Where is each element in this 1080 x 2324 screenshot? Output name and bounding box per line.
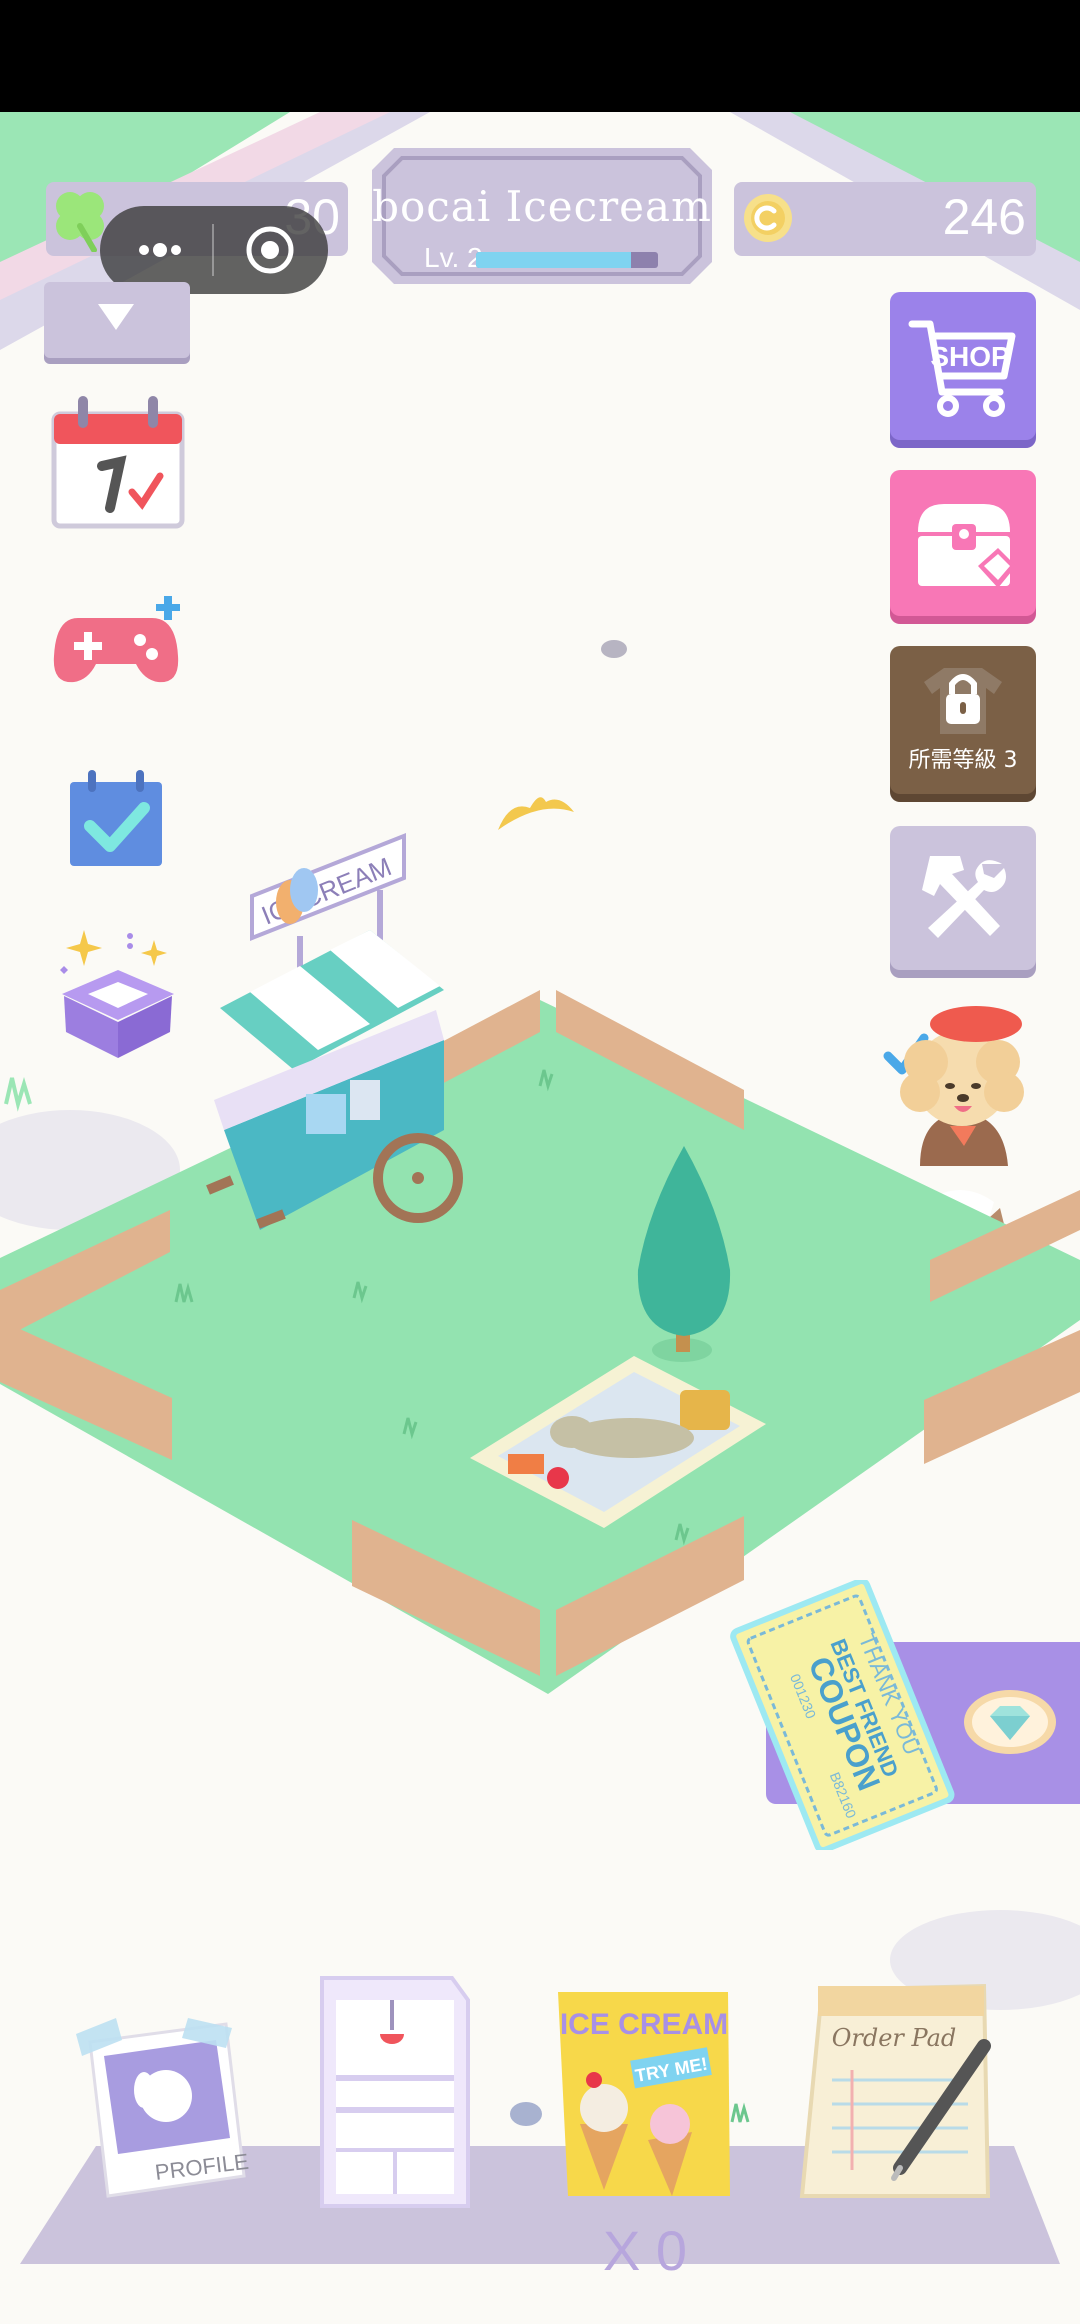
chevron-down-icon	[98, 304, 134, 330]
shop-label: SHOP	[930, 341, 1009, 372]
apple	[547, 1467, 569, 1489]
best-friend-coupon[interactable]: 001230 THANK YOU BEST FRIEND COUPON B821…	[726, 1580, 956, 1850]
more-options-icon[interactable]	[130, 226, 190, 274]
close-mini-program-icon[interactable]	[244, 224, 296, 276]
bottom-shelf: PROFILE ICE CREAM TRY ME! Order Pad	[20, 1976, 1060, 2264]
display-cabinet[interactable]	[320, 1976, 470, 2208]
orderpad-label: Order Pad	[832, 2024, 957, 2052]
garden-scene[interactable]: ICECREAM	[0, 560, 1080, 1720]
status-bar	[0, 0, 1080, 112]
picnic-basket	[680, 1390, 730, 1430]
ice-cream-poster[interactable]: ICE CREAM TRY ME!	[558, 1992, 730, 2196]
coin-icon	[744, 194, 792, 242]
diamond-icon	[964, 1690, 1056, 1754]
xp-bar	[476, 252, 658, 268]
capsule-divider	[212, 224, 214, 276]
level-label: Lv. 2	[424, 242, 483, 273]
daily-calendar-icon[interactable]	[50, 392, 186, 532]
order-pad[interactable]: Order Pad	[799, 1983, 991, 2198]
ice-cream-count: X 0	[602, 2219, 688, 2282]
shop-button[interactable]: SHOP	[890, 292, 1036, 440]
shopping-cart-icon: SHOP	[908, 320, 1016, 417]
poster-title: ICE CREAM	[560, 2008, 728, 2041]
banana-peel[interactable]	[498, 797, 574, 830]
shop-name: bocai Icecream	[372, 182, 712, 231]
coin-count: 246	[942, 189, 1026, 245]
book	[508, 1454, 544, 1474]
pebble	[601, 640, 627, 658]
xp-bar-fill	[476, 252, 631, 268]
